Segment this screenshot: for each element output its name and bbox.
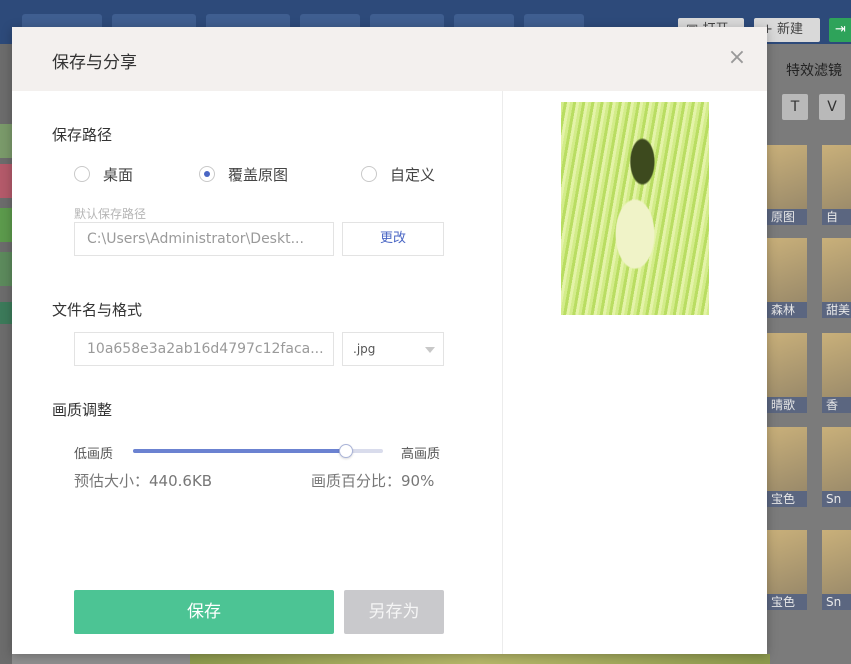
chevron-down-icon: [425, 347, 435, 353]
high-quality-label: 高画质: [401, 447, 441, 462]
filter-label: Sn: [822, 491, 851, 507]
save-path-title: 保存路径: [52, 126, 113, 144]
filter-thumbnail[interactable]: [767, 238, 807, 302]
panel-divider: [502, 91, 503, 654]
filter-label: 森林: [767, 302, 807, 318]
quality-slider-fill: [133, 449, 346, 453]
close-icon[interactable]: ×: [727, 47, 747, 69]
radio-label: 自定义: [390, 165, 436, 184]
filter-thumbnail[interactable]: [822, 333, 851, 397]
save-share-dialog: 保存与分享 × 保存路径 桌面 覆盖原图 自定义 默认保存路径 C:\Users…: [12, 27, 767, 654]
filter-thumbnail[interactable]: [767, 145, 807, 209]
filter-label: 原图: [767, 209, 807, 225]
save-as-button: 另存为: [344, 590, 444, 634]
format-value: .jpg: [353, 342, 376, 356]
radio-circle-icon: [361, 166, 377, 182]
change-path-button[interactable]: 更改: [342, 222, 444, 256]
radio-desktop[interactable]: 桌面: [74, 164, 133, 184]
filter-panel-title: 特效滤镜: [786, 63, 842, 79]
file-format-title: 文件名与格式: [52, 301, 143, 319]
estimated-size: 预估大小：440.6KB: [74, 472, 213, 490]
dialog-header: 保存与分享 ×: [12, 27, 767, 91]
dialog-title: 保存与分享: [52, 53, 137, 73]
filter-label: 甜美: [822, 302, 851, 318]
radio-label: 覆盖原图: [228, 165, 289, 184]
tool-swatch[interactable]: [0, 302, 12, 324]
exit-icon: ⇥: [835, 22, 846, 37]
default-path-hint: 默认保存路径: [74, 207, 147, 221]
filter-label: 晴歌: [767, 397, 807, 413]
image-preview: [561, 102, 709, 315]
canvas-image: [190, 654, 770, 664]
v-tool-button[interactable]: V: [819, 94, 845, 120]
tool-swatch[interactable]: [0, 252, 12, 286]
filter-label: 香: [822, 397, 851, 413]
text-tool-button[interactable]: T: [782, 94, 808, 120]
exit-button[interactable]: ⇥: [829, 18, 851, 42]
filter-thumbnail[interactable]: [767, 427, 807, 491]
radio-circle-icon: [74, 166, 90, 182]
quality-slider-handle[interactable]: [338, 444, 353, 458]
quality-title: 画质调整: [52, 401, 113, 419]
filter-thumbnail[interactable]: [767, 530, 807, 594]
filter-thumbnail[interactable]: [822, 530, 851, 594]
tool-swatch[interactable]: [0, 164, 12, 198]
filter-thumbnail[interactable]: [767, 333, 807, 397]
radio-checked-icon: [199, 166, 215, 182]
filter-thumbnail[interactable]: [822, 238, 851, 302]
filename-field[interactable]: 10a658e3a2ab16d4797c12faca...: [74, 332, 334, 366]
filter-label: 宝色: [767, 491, 807, 507]
filter-label: Sn: [822, 594, 851, 610]
radio-label: 桌面: [103, 165, 134, 184]
filter-thumbnail[interactable]: [822, 427, 851, 491]
save-button[interactable]: 保存: [74, 590, 334, 634]
quality-slider[interactable]: [133, 444, 383, 458]
tool-swatch[interactable]: [0, 124, 12, 158]
filter-thumbnail[interactable]: [822, 145, 851, 209]
radio-custom[interactable]: 自定义: [361, 164, 435, 184]
filter-label: 自: [822, 209, 851, 225]
save-path-field[interactable]: C:\Users\Administrator\Deskt...: [74, 222, 334, 256]
tool-swatch[interactable]: [0, 208, 12, 242]
low-quality-label: 低画质: [74, 447, 114, 462]
quality-percent: 画质百分比：90%: [311, 472, 435, 490]
filter-label: 宝色: [767, 594, 807, 610]
left-tool-panel: [0, 44, 12, 664]
radio-overwrite[interactable]: 覆盖原图: [199, 164, 288, 184]
format-select[interactable]: .jpg: [342, 332, 444, 366]
